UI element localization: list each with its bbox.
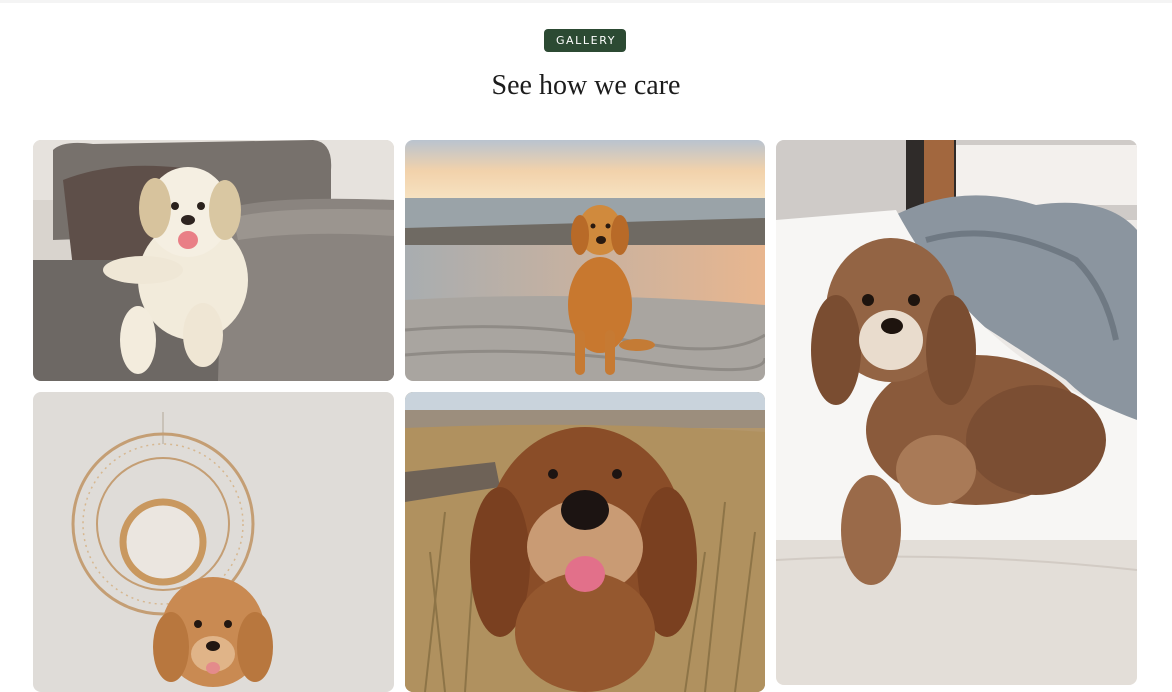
gallery-photo-bed-dog[interactable] [776, 140, 1137, 685]
header-divider [0, 0, 1172, 3]
gallery-photo-sofa-dog[interactable] [33, 140, 394, 381]
gallery-photo-beach-dog[interactable] [405, 140, 765, 381]
gallery-photo-mirror-puppy[interactable] [33, 392, 394, 692]
section-title: See how we care [491, 70, 681, 101]
gallery-badge: GALLERY [544, 29, 626, 52]
gallery-photo-field-dog[interactable] [405, 392, 765, 692]
